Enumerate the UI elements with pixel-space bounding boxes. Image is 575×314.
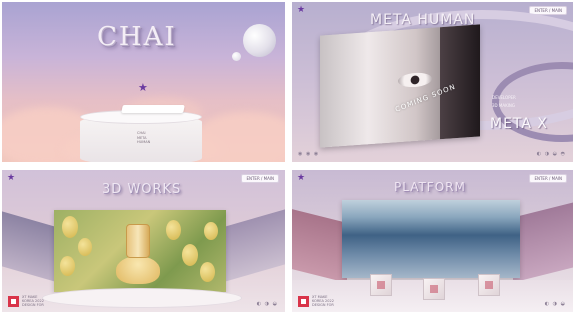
works-panel[interactable]: ★ ENTER / MAIN 3D WORKS XT MAKE KOREA 20…	[2, 170, 285, 312]
juice-jar	[126, 224, 150, 258]
info-lines: DEVELOPER 3D MAKING	[492, 94, 516, 110]
footer-icons[interactable]: ◐ ◑ ◒ ◓	[537, 151, 566, 157]
metahuman-panel[interactable]: ★ ENTER / MAIN META HUMAN COMING SOON DE…	[292, 2, 573, 162]
wall-right	[513, 202, 573, 283]
chai-title: CHAI	[97, 22, 177, 52]
juice-splash	[116, 256, 160, 284]
small-moon-icon	[232, 52, 241, 61]
cloud-right	[192, 112, 285, 162]
logo-block[interactable]: XT MAKE KOREA 2022 DESIGN FOR	[298, 295, 334, 307]
social-icons[interactable]: ◉ ◉ ◉	[298, 151, 319, 157]
logo-line: DESIGN FOR	[22, 303, 44, 307]
pedestal-text: CHAI META HUMAN	[137, 131, 150, 145]
display-box[interactable]	[423, 278, 445, 300]
works-title: 3D WORKS	[102, 182, 182, 197]
footer-icons[interactable]: ◐ ◑ ◒	[257, 301, 278, 307]
footer-icons[interactable]: ◐ ◑ ◒	[545, 301, 566, 307]
enter-button[interactable]: ENTER / MAIN	[241, 174, 279, 183]
display-box[interactable]	[478, 274, 500, 296]
floor-disc	[42, 288, 242, 308]
hair	[440, 24, 480, 140]
fruit	[166, 220, 181, 240]
brand-logo-icon	[8, 295, 19, 307]
fruit	[204, 222, 218, 240]
platform-title: PLATFORM	[394, 180, 466, 194]
logo-line: DESIGN FOR	[312, 303, 334, 307]
star-icon[interactable]: ★	[7, 174, 15, 183]
platform-screen[interactable]	[342, 200, 520, 278]
brand-logo-icon	[298, 295, 309, 307]
star-icon[interactable]: ★	[297, 174, 305, 183]
fruit	[62, 216, 78, 238]
info-line: 3D MAKING	[492, 103, 515, 108]
wall-left	[2, 211, 62, 284]
logo-text: XT MAKE KOREA 2022 DESIGN FOR	[312, 295, 334, 307]
fruit	[182, 244, 198, 266]
eye	[398, 71, 432, 89]
wall-right	[225, 209, 285, 282]
star-icon[interactable]: ★	[297, 6, 305, 15]
fruit	[78, 238, 92, 256]
info-line: DEVELOPER	[492, 95, 516, 100]
open-book[interactable]	[121, 105, 185, 113]
fruit	[60, 256, 75, 276]
logo-block[interactable]: XT MAKE KOREA 2022 DESIGN FOR	[8, 295, 44, 307]
pedestal-line: HUMAN	[137, 140, 151, 144]
star-icon[interactable]: ★	[138, 82, 148, 93]
enter-button[interactable]: ENTER / MAIN	[529, 174, 567, 183]
wall-left	[292, 209, 347, 283]
meta-x-brand: META X	[490, 116, 549, 132]
fruit	[200, 262, 215, 282]
works-screen[interactable]	[54, 210, 226, 292]
platform-panel[interactable]: ★ ENTER / MAIN PLATFORM XT MAKE KOREA 20…	[292, 170, 573, 312]
display-box[interactable]	[370, 274, 392, 296]
metahuman-screen[interactable]: COMING SOON	[320, 24, 480, 148]
logo-text: XT MAKE KOREA 2022 DESIGN FOR	[22, 295, 44, 307]
moon-icon	[243, 24, 276, 57]
chai-panel[interactable]: CHAI ★ CHAI META HUMAN	[2, 2, 285, 162]
